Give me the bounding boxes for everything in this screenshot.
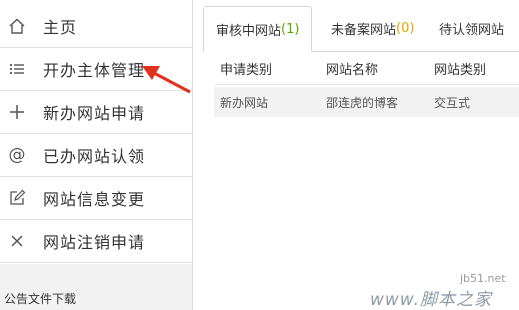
at-icon: @ xyxy=(8,145,26,165)
plus-icon xyxy=(7,102,27,122)
sidebar-item-label: 主页 xyxy=(43,18,78,37)
tab-unregistered[interactable]: 未备案网站 (0) xyxy=(331,6,414,51)
main-panel: 审核中网站 (1) 未备案网站 (0) 待认领网站 申请类别 网站名称 网站类别 新… xyxy=(193,0,519,310)
sidebar-item-label: 网站信息变更 xyxy=(43,190,146,209)
sidebar-item-home[interactable]: 主页 xyxy=(0,5,192,48)
table-header: 申请类别 网站名称 网站类别 xyxy=(214,52,519,85)
site-table: 申请类别 网站名称 网站类别 新办网站 邵连虎的博客 交互式 xyxy=(214,52,519,117)
annotation-arrow-icon xyxy=(142,66,191,94)
table-row[interactable]: 新办网站 邵连虎的博客 交互式 xyxy=(214,87,519,117)
home-icon xyxy=(7,16,27,36)
table-cell: 邵连虎的博客 xyxy=(326,95,399,110)
sidebar-item-claim-site[interactable]: @ 已办网站认领 xyxy=(0,134,192,177)
sidebar-item-label: 网站注销申请 xyxy=(43,233,146,252)
tab-under-review[interactable]: 审核中网站 (1) xyxy=(203,6,313,52)
tab-label: 未备案网站 xyxy=(331,23,397,38)
notice-download-link[interactable]: 公告文件下载 xyxy=(4,290,76,307)
column-header: 网站名称 xyxy=(326,62,379,78)
tab-label: 待认领网站 xyxy=(439,23,505,38)
tab-count: (0) xyxy=(396,21,415,36)
sidebar: 主页 开办主体管理 新办网站申请 @ 已办网站认领 网站信息变更 网站注销申请 … xyxy=(0,0,193,310)
column-header: 网站类别 xyxy=(434,62,487,78)
sidebar-item-label: 已办网站认领 xyxy=(43,147,146,166)
tab-label: 审核中网站 xyxy=(216,23,282,39)
watermark-site: jb51.net xyxy=(460,272,506,285)
tab-bar: 审核中网站 (1) 未备案网站 (0) 待认领网站 xyxy=(203,6,519,52)
sidebar-item-site-cancel[interactable]: 网站注销申请 xyxy=(0,220,192,263)
list-icon xyxy=(7,59,27,79)
tab-to-claim[interactable]: 待认领网站 xyxy=(439,6,504,51)
table-cell: 新办网站 xyxy=(220,95,269,110)
close-icon xyxy=(7,231,27,251)
tab-count: (1) xyxy=(281,21,300,37)
sidebar-item-site-change[interactable]: 网站信息变更 xyxy=(0,177,192,220)
sidebar-item-label: 开办主体管理 xyxy=(43,61,146,80)
watermark-text: www.脚本之家 xyxy=(370,290,493,310)
column-header: 申请类别 xyxy=(220,62,273,78)
table-cell: 交互式 xyxy=(434,95,471,110)
sidebar-nav: 主页 开办主体管理 新办网站申请 @ 已办网站认领 网站信息变更 网站注销申请 xyxy=(0,5,192,263)
sidebar-item-new-site[interactable]: 新办网站申请 xyxy=(0,91,192,134)
edit-icon xyxy=(7,188,27,208)
sidebar-item-label: 新办网站申请 xyxy=(43,104,146,123)
